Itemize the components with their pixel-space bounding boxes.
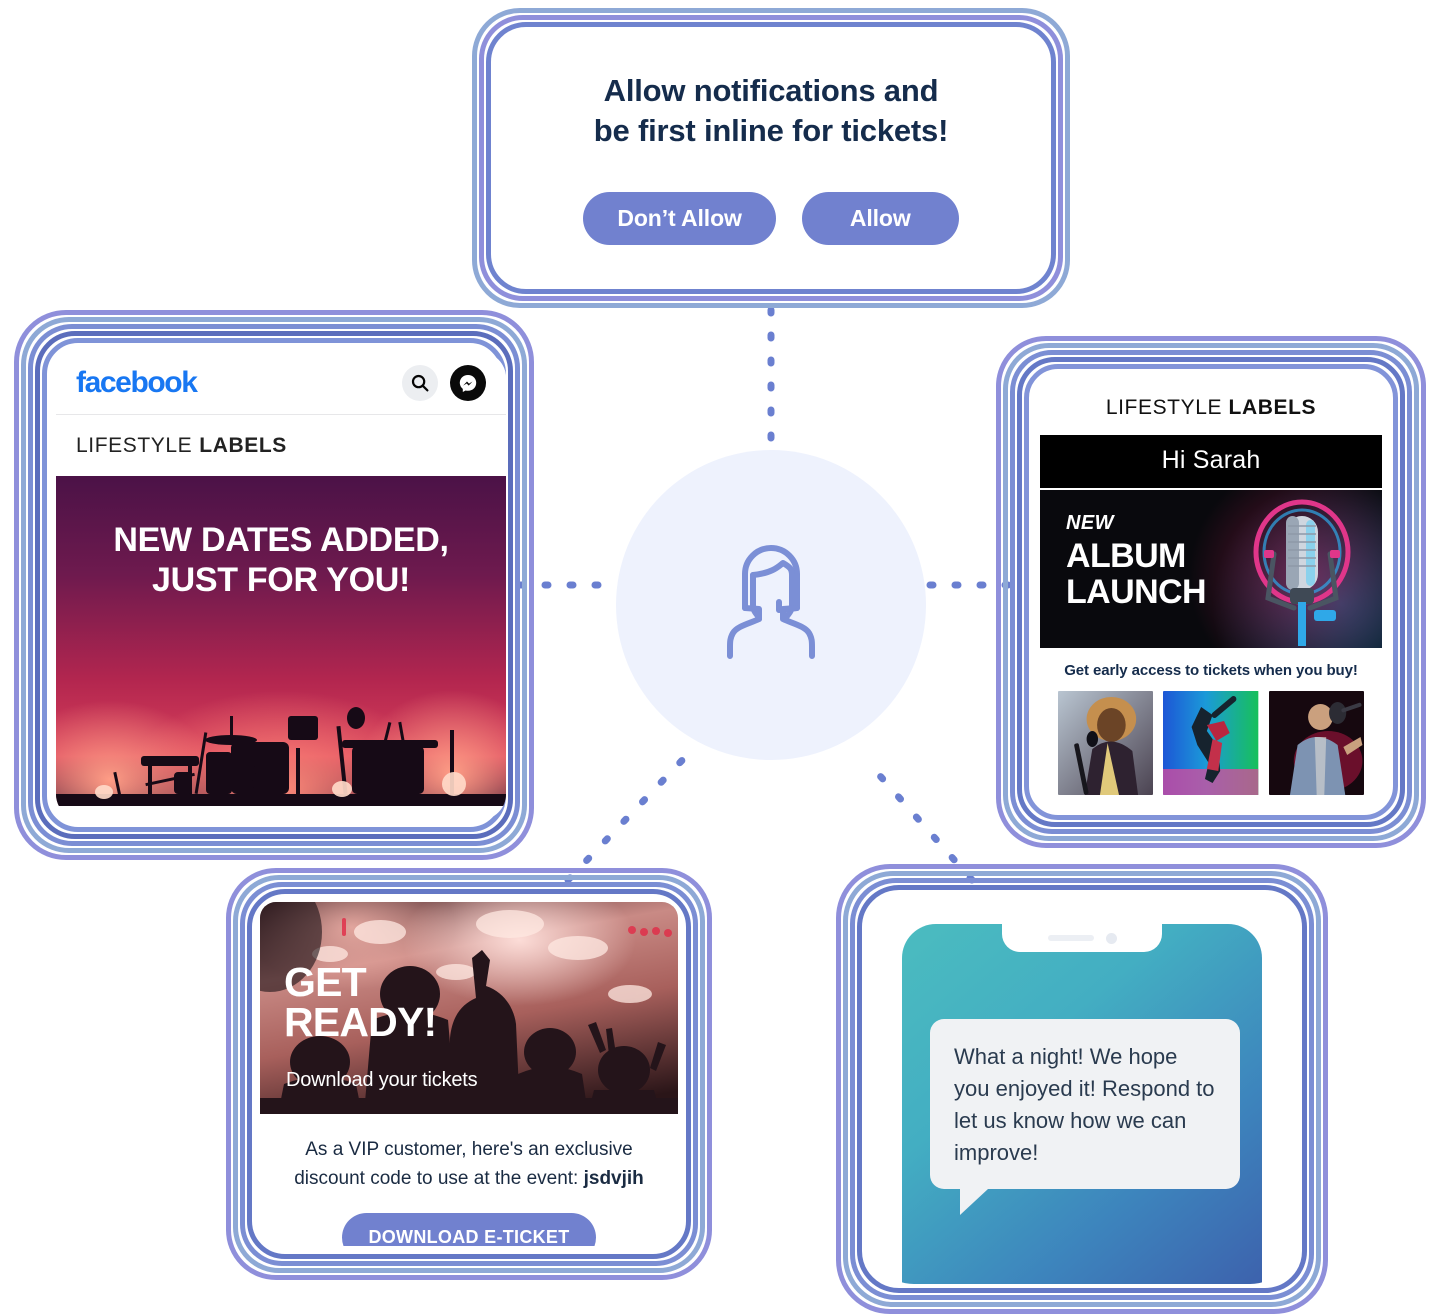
customer-avatar-hub [616,450,926,760]
genre-item-electro[interactable]: Electro [1163,691,1259,804]
email-brand: LIFESTYLE LABELS [1040,380,1382,435]
hero-title-line2: LAUNCH [1066,573,1207,612]
facebook-post-card: facebook LIFESTYLE LABELS NEW DATES ADDED… [56,352,506,820]
facebook-header: facebook [56,352,506,414]
message-bubble: What a night! We hope you enjoyed it! Re… [930,1019,1240,1215]
microphone-illustration [1253,499,1351,646]
phone-notch [1002,924,1162,952]
brand-bold: LABELS [199,433,287,457]
facebook-logo: facebook [76,366,198,399]
discount-code: jsdvjih [583,1167,644,1189]
hero-title: ALBUM LAUNCH [1066,537,1207,612]
message-text: What a night! We hope you enjoyed it! Re… [954,1044,1215,1165]
facebook-header-icons [402,365,486,401]
brand-light: LIFESTYLE [76,433,193,457]
genre-item-hiphop[interactable]: Hip Hop [1268,691,1364,804]
email-card-frame: LIFESTYLE LABELS Hi Sarah NEW ALBUM LAUN… [996,336,1426,848]
prompt-actions: Don’t Allow Allow [583,191,959,245]
front-camera-icon [1105,932,1117,944]
journey-diagram: Allow notifications and be first inline … [0,0,1440,1314]
hero-line2: READY! [284,999,437,1046]
phone-screen: What a night! We hope you enjoyed it! Re… [902,924,1262,1284]
album-hero-banner: NEW ALBUM LAUNCH [1040,490,1382,648]
genre-item-soul[interactable]: Soul [1058,691,1154,804]
notification-card-frame: Allow notifications and be first inline … [472,8,1070,308]
electro-dancer-photo [1163,691,1259,795]
ticket-hero-subtitle: Download your tickets [286,1069,478,1091]
push-permission-prompt: Allow notifications and be first inline … [494,30,1048,286]
prompt-title: Allow notifications and be first inline … [593,71,949,150]
crowd-photo-hero: GET READY! Download your tickets [260,902,678,1114]
phone-card-frame: What a night! We hope you enjoyed it! Re… [836,864,1328,1314]
brand-light: LIFESTYLE [1105,396,1223,419]
earpiece-speaker-icon [1047,935,1094,941]
post-headline: NEW DATES ADDED, JUST FOR YOU! [113,521,449,600]
email-subhead: Get early access to tickets when you buy… [1040,648,1382,689]
hero-title-line1: ALBUM [1066,537,1186,575]
download-eticket-button[interactable]: DOWNLOAD E-TICKET [342,1213,596,1246]
genre-grid: Soul Electro [1040,689,1382,804]
stage-equipment-silhouette [56,707,506,806]
soul-singer-photo [1058,691,1154,795]
prompt-title-line1: Allow notifications and [603,73,939,109]
dont-allow-button[interactable]: Don’t Allow [583,191,776,245]
ticket-card-footer: As a VIP customer, here's an exclusive d… [260,1114,678,1246]
prompt-title-line2: be first inline for tickets! [593,112,949,148]
allow-button[interactable]: Allow [801,191,959,245]
facebook-card-frame: facebook LIFESTYLE LABELS NEW DATES ADDED… [14,310,534,860]
discount-copy-line2: discount code to use at the event: [294,1167,584,1189]
concert-stage-photo: NEW DATES ADDED, JUST FOR YOU! [56,476,506,806]
facebook-page-name: LIFESTYLE LABELS [56,414,506,476]
phone-mockup: What a night! We hope you enjoyed it! Re… [868,896,1296,1284]
discount-copy-line1: As a VIP customer, here's an exclusive [305,1139,633,1160]
album-launch-email: LIFESTYLE LABELS Hi Sarah NEW ALBUM LAUN… [1040,380,1382,804]
hip-hop-artist-photo [1268,691,1364,795]
discount-copy: As a VIP customer, here's an exclusive d… [284,1136,654,1193]
get-ready-eticket-card: GET READY! Download your tickets As a VI… [260,902,678,1246]
email-greeting: Hi Sarah [1040,435,1382,490]
ticket-hero-title: GET READY! [284,959,437,1046]
brand-bold: LABELS [1228,396,1317,419]
messenger-icon[interactable] [450,365,486,401]
ticket-card-frame: GET READY! Download your tickets As a VI… [226,868,712,1280]
search-icon[interactable] [402,365,438,401]
hero-kicker: NEW [1066,512,1114,534]
person-avatar-icon [727,545,815,659]
hero-line1: GET [284,959,367,1005]
